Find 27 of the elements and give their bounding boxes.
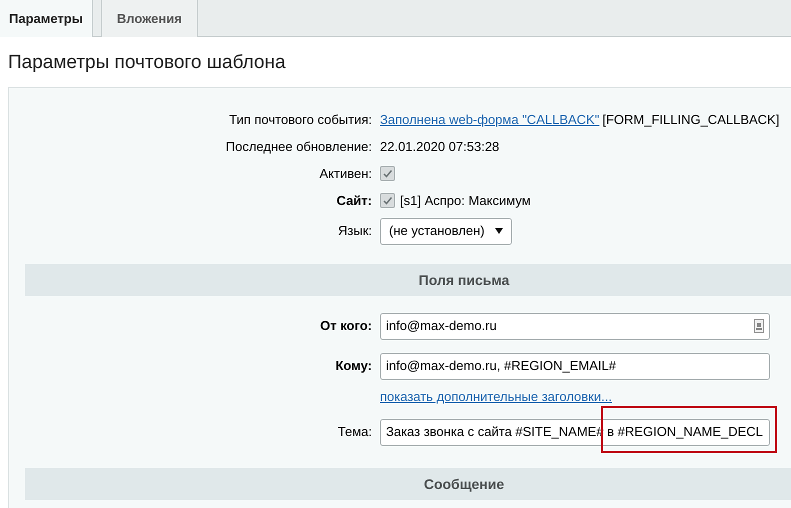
check-icon (382, 195, 393, 206)
field-label: Сайт: (336, 192, 372, 210)
checkbox[interactable] (380, 193, 395, 208)
input-field[interactable]: info@max-demo.ru (380, 312, 770, 340)
check-icon (382, 168, 393, 179)
tab[interactable]: Параметры (0, 0, 93, 37)
checkbox[interactable] (380, 166, 395, 181)
checkbox-label: [s1] Аспро: Максимум (400, 192, 531, 210)
field-label: Тип почтового события: (228, 110, 372, 129)
link[interactable]: показать дополнительные заголовки... (380, 387, 612, 407)
value-text: [FORM_FILLING_CALLBACK] (602, 110, 780, 129)
section-header: Поля письма (25, 264, 791, 296)
field-label: Кому: (334, 357, 372, 376)
field-label: Язык: (337, 222, 372, 240)
field-label: Последнее обновление: (224, 138, 372, 156)
address-book-icon[interactable] (754, 319, 764, 333)
page-title: Параметры почтового шаблона (7, 51, 287, 75)
language-select[interactable]: (не установлен) (380, 218, 512, 244)
caret-icon (494, 228, 503, 234)
field-label: От кого: (319, 317, 372, 336)
value-text: 22.01.2020 07:53:28 (380, 138, 500, 156)
link[interactable]: Заполнена web-форма "CALLBACK" (380, 110, 600, 130)
field-label: Тема: (336, 423, 372, 442)
section-header: Сообщение (25, 468, 791, 500)
field-label: Активен: (318, 164, 372, 183)
tab[interactable]: Вложения (100, 0, 198, 37)
input-field[interactable]: info@max-demo.ru, #REGION_EMAIL# (380, 352, 770, 380)
